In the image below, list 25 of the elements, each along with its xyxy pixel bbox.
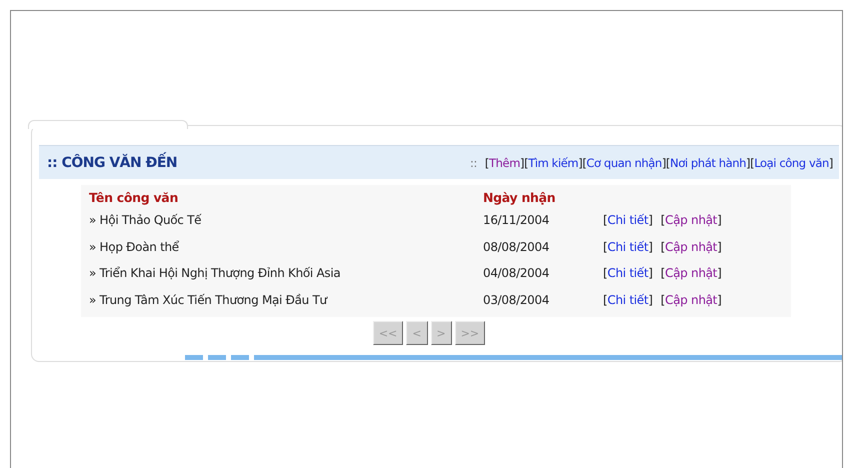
row-link[interactable]: [Cập nhật] bbox=[660, 240, 722, 254]
header-link[interactable]: [Tìm kiếm] bbox=[524, 156, 582, 170]
header-link[interactable]: [Cơ quan nhận] bbox=[582, 156, 666, 170]
links-prefix: :: bbox=[470, 156, 477, 170]
row-link[interactable]: [Cập nhật] bbox=[660, 292, 722, 307]
header-link[interactable]: [Thêm] bbox=[484, 156, 524, 170]
row-link[interactable]: [Cập nhật] bbox=[660, 266, 722, 280]
document-name: » Hội Thảo Quốc Tế bbox=[88, 213, 202, 228]
document-name: » Trung Tâm Xúc Tiến Thương Mại Đầu Tư bbox=[88, 292, 329, 307]
date-cell-text: 03/08/2004 bbox=[483, 292, 550, 307]
row-link[interactable]: [Chi tiết] bbox=[603, 213, 653, 228]
row-link[interactable]: [Chi tiết] bbox=[603, 266, 653, 280]
date-cell-text: 08/08/2004 bbox=[483, 240, 550, 254]
date-cell-text: 04/08/2004 bbox=[483, 266, 550, 280]
document-name: » Triển Khai Hội Nghị Thượng Đỉnh Khối Asia bbox=[88, 266, 342, 280]
document-name: » Họp Đoàn thể bbox=[88, 240, 180, 254]
row-link[interactable]: [Cập nhật] bbox=[660, 213, 722, 228]
header-link[interactable]: [Loại công văn] bbox=[750, 156, 833, 170]
date-cell-text: 16/11/2004 bbox=[483, 213, 550, 228]
column-header: Ngày nhận bbox=[483, 190, 556, 204]
row-link[interactable]: [Chi tiết] bbox=[603, 240, 653, 254]
row-link[interactable]: [Chi tiết] bbox=[603, 292, 653, 307]
column-header: Tên công văn bbox=[88, 190, 180, 204]
panel-title: :: CÔNG VĂN ĐẾN bbox=[47, 154, 178, 170]
header-link[interactable]: [Nơi phát hành] bbox=[666, 156, 750, 170]
